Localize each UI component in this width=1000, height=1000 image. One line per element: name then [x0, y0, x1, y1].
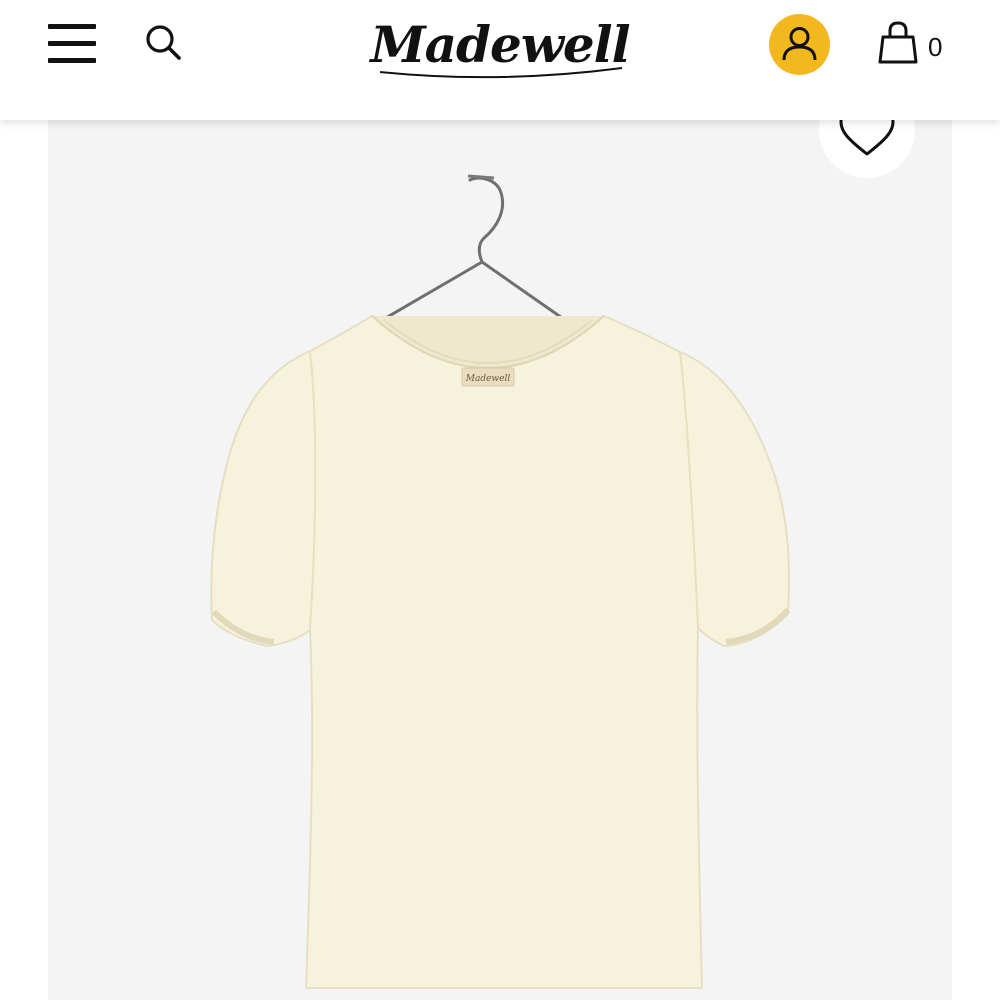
madewell-logo: Madewell [368, 15, 631, 79]
account-button[interactable] [769, 14, 830, 75]
brand-logo[interactable]: Madewell [350, 10, 650, 86]
menu-bar-bottom [48, 58, 96, 63]
search-button[interactable] [140, 20, 186, 66]
product-image-area[interactable]: Madewell [48, 120, 952, 1000]
bag-count: 0 [928, 32, 943, 62]
shopping-bag-icon [878, 21, 918, 64]
shopping-bag-button[interactable] [876, 20, 920, 68]
site-header: Madewell 0 [0, 0, 1000, 120]
logo-text: Madewell [368, 15, 629, 74]
menu-bar-top [48, 24, 96, 29]
tshirt [210, 314, 790, 989]
search-icon [146, 25, 181, 60]
menu-bar-middle [48, 41, 96, 46]
account-icon [769, 14, 830, 75]
product-photo: Madewell [210, 174, 791, 989]
tshirt-label-text: Madewell [465, 374, 511, 384]
menu-button[interactable] [46, 22, 98, 66]
